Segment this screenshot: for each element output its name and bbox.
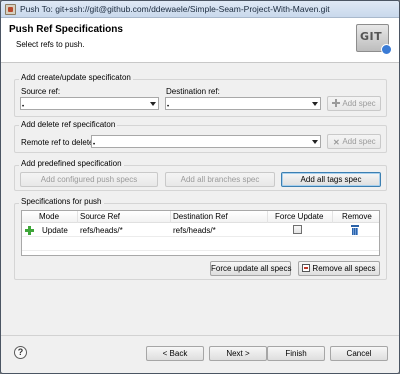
delete-group-label: Add delete ref specificaton (19, 120, 118, 129)
remove-all-specs-button[interactable]: Remove all specs (298, 261, 380, 276)
delete-icon: ✕ (332, 138, 340, 147)
wizard-header: Push Ref Specifications Select refs to p… (1, 18, 399, 63)
column-divider (77, 211, 78, 223)
app-icon (5, 4, 16, 15)
create-update-group-label: Add create/update specificaton (19, 73, 133, 82)
source-ref-combo[interactable]: • (20, 97, 159, 110)
row-source-ref[interactable]: refs/heads/* (80, 226, 123, 235)
force-update-checkbox[interactable] (293, 225, 302, 234)
column-header-force-update[interactable]: Force Update (275, 212, 323, 221)
add-all-branches-spec-button[interactable]: Add all branches spec (165, 172, 275, 187)
column-divider (332, 211, 333, 223)
destination-ref-label: Destination ref: (166, 87, 220, 96)
page-title: Push Ref Specifications (9, 24, 123, 35)
column-header-destination-ref[interactable]: Destination Ref (173, 212, 228, 221)
specs-group-label: Specifications for push (19, 197, 104, 206)
remove-icon (302, 264, 311, 272)
next-button[interactable]: Next > (209, 346, 267, 361)
page-description: Select refs to push. (16, 40, 85, 49)
table-header: Mode Source Ref Destination Ref Force Up… (22, 211, 379, 223)
git-logo-icon: GIT (356, 24, 392, 55)
add-icon (25, 226, 34, 235)
row-destination-ref[interactable]: refs/heads/* (173, 226, 216, 235)
cancel-button[interactable]: Cancel (330, 346, 388, 361)
source-ref-label: Source ref: (21, 87, 61, 96)
add-delete-spec-button[interactable]: ✕ Add spec (327, 134, 381, 149)
column-divider (267, 211, 268, 223)
chevron-down-icon[interactable] (312, 140, 318, 144)
remove-all-specs-label: Remove all specs (312, 264, 376, 273)
help-icon[interactable]: ? (14, 346, 27, 359)
trash-icon[interactable] (351, 225, 359, 235)
plus-icon (332, 99, 341, 107)
git-logo-text: GIT (360, 30, 383, 43)
finish-button[interactable]: Finish (267, 346, 325, 361)
destination-ref-combo[interactable]: • (165, 97, 321, 110)
specs-table[interactable]: Mode Source Ref Destination Ref Force Up… (21, 210, 380, 256)
remote-ref-label: Remote ref to delete: (21, 138, 96, 147)
chevron-down-icon[interactable] (150, 102, 156, 106)
content-assist-marker: • (167, 104, 170, 110)
add-all-tags-spec-button[interactable]: Add all tags spec (281, 172, 381, 187)
column-header-remove[interactable]: Remove (342, 212, 372, 221)
add-configured-push-specs-button[interactable]: Add configured push specs (20, 172, 158, 187)
row-mode: Update (42, 226, 68, 235)
chevron-down-icon[interactable] (312, 102, 318, 106)
push-dialog: Push To: git+ssh://git@github.com/ddewae… (0, 0, 400, 374)
content-assist-marker: • (93, 142, 96, 148)
footer-separator (1, 335, 399, 336)
remote-ref-combo[interactable]: • (91, 135, 321, 148)
column-header-source-ref[interactable]: Source Ref (80, 212, 120, 221)
content-assist-marker: • (22, 104, 25, 110)
force-update-all-specs-button[interactable]: Force update all specs (210, 261, 292, 276)
add-create-spec-label: Add spec (342, 99, 376, 108)
title-bar: Push To: git+ssh://git@github.com/ddewae… (1, 1, 399, 18)
table-row-empty (22, 238, 379, 251)
back-button[interactable]: < Back (146, 346, 204, 361)
add-delete-spec-label: Add spec (342, 137, 376, 146)
window-title: Push To: git+ssh://git@github.com/ddewae… (20, 4, 330, 14)
column-divider (170, 211, 171, 223)
column-header-mode[interactable]: Mode (39, 212, 59, 221)
add-create-spec-button[interactable]: Add spec (327, 96, 381, 111)
table-row[interactable]: Update refs/heads/* refs/heads/* (22, 224, 379, 237)
predefined-group-label: Add predefined specification (19, 159, 124, 168)
